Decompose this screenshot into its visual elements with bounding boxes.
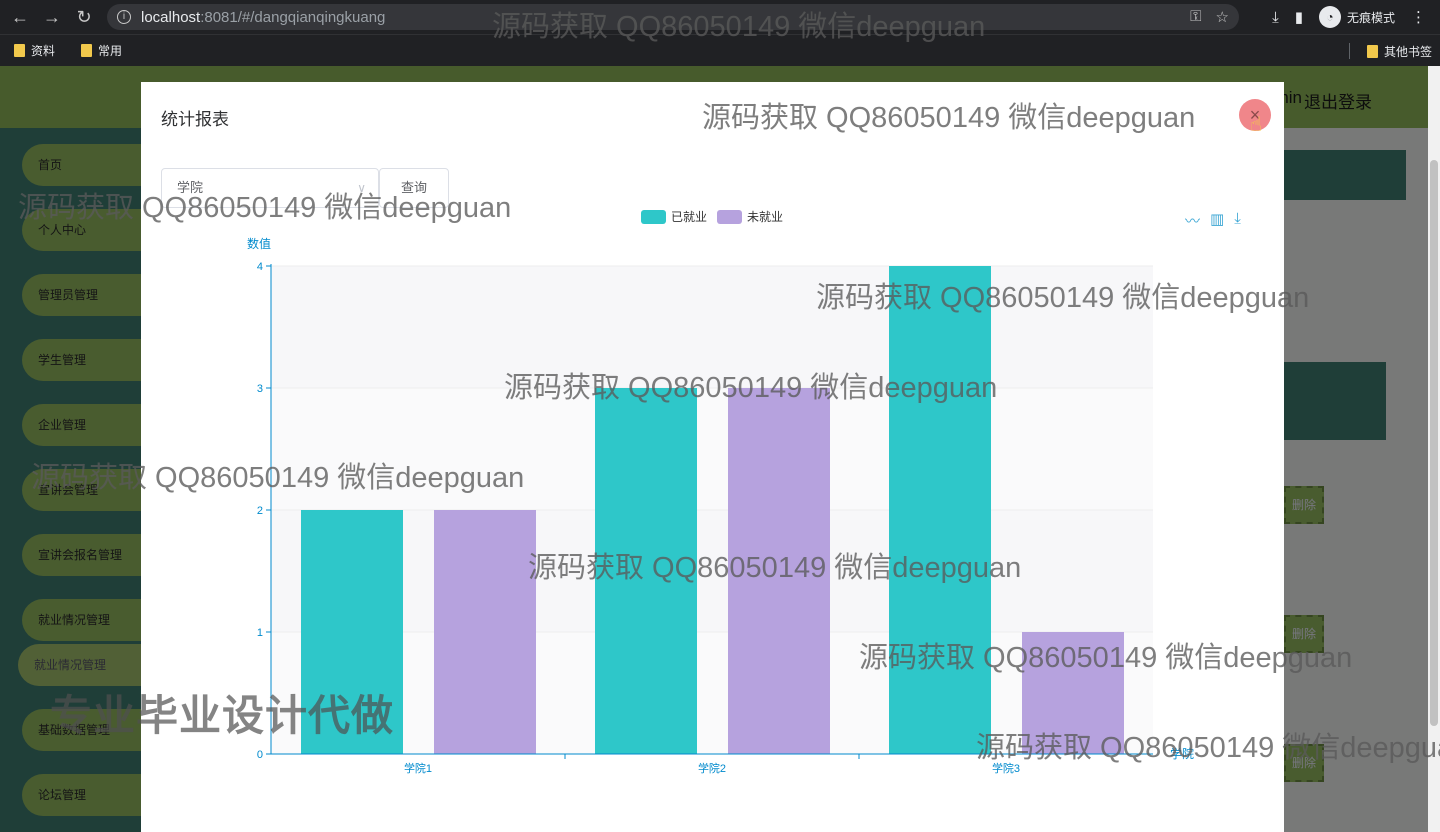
bar (595, 388, 697, 754)
x-axis-title: 学院 (1170, 746, 1194, 761)
url-path: :8081/#/dangqianqingkuang (200, 8, 386, 26)
y-tick-label: 1 (257, 627, 263, 639)
sidepanel-icon[interactable]: ▮ (1295, 8, 1303, 26)
other-bookmarks[interactable]: 其他书签 (1366, 43, 1432, 60)
x-tick-label: 学院3 (992, 761, 1020, 775)
back-icon[interactable]: ← (8, 5, 32, 29)
incognito-icon: ◔ (1318, 6, 1341, 28)
incognito-indicator[interactable]: ◔ 无痕模式 (1318, 6, 1395, 28)
bookmark-label: 常用 (98, 44, 123, 58)
y-axis-title: 数值 (247, 236, 271, 251)
grid-band (271, 388, 1153, 510)
y-tick-label: 3 (257, 383, 263, 395)
bar (889, 266, 991, 754)
y-tick-label: 0 (257, 749, 263, 761)
folder-icon (14, 44, 25, 57)
bookmark-label: 其他书签 (1383, 45, 1432, 59)
scrollbar-thumb[interactable] (1430, 160, 1438, 726)
folder-icon (81, 44, 93, 57)
incognito-label: 无痕模式 (1346, 10, 1395, 25)
site-info-icon[interactable]: i (117, 10, 131, 24)
folder-icon (1366, 45, 1378, 58)
bar (728, 388, 830, 754)
download-icon[interactable]: ⤓ (1272, 9, 1279, 26)
x-tick-label: 学院2 (698, 761, 726, 775)
address-bar[interactable]: i localhost:8081/#/dangqianqingkuang ⚿ ☆ (107, 4, 1239, 30)
star-icon[interactable]: ☆ (1216, 8, 1229, 26)
reload-icon[interactable]: ↻ (72, 5, 96, 29)
bookmark-label: 资料 (31, 44, 56, 58)
page-scrollbar[interactable] (1428, 66, 1440, 832)
grid-band (271, 510, 1153, 632)
x-tick-label: 学院1 (404, 761, 432, 775)
key-icon[interactable]: ⚿ (1190, 8, 1201, 26)
y-tick-label: 2 (257, 505, 263, 517)
bookmark-separator (1349, 43, 1350, 59)
y-tick-label: 4 (257, 261, 263, 273)
watermark-banner: 专业毕业设计代做 (50, 692, 395, 739)
browser-toolbar: ← → ↻ i localhost:8081/#/dangqianqingkua… (0, 0, 1440, 34)
grid-band (271, 632, 1153, 754)
bar (434, 510, 536, 754)
bookmark-folder[interactable]: 资料 (14, 42, 55, 59)
menu-icon[interactable]: ⋮ (1411, 8, 1426, 26)
bookmarks-bar: 资料 常用 其他书签 (0, 34, 1440, 66)
grid-band (271, 266, 1153, 388)
bookmark-folder[interactable]: 常用 (81, 42, 122, 59)
cursor-hand-icon: ☝ (1250, 114, 1263, 136)
forward-icon[interactable]: → (40, 5, 64, 29)
url-host: localhost (141, 8, 201, 26)
bar (1022, 632, 1124, 754)
